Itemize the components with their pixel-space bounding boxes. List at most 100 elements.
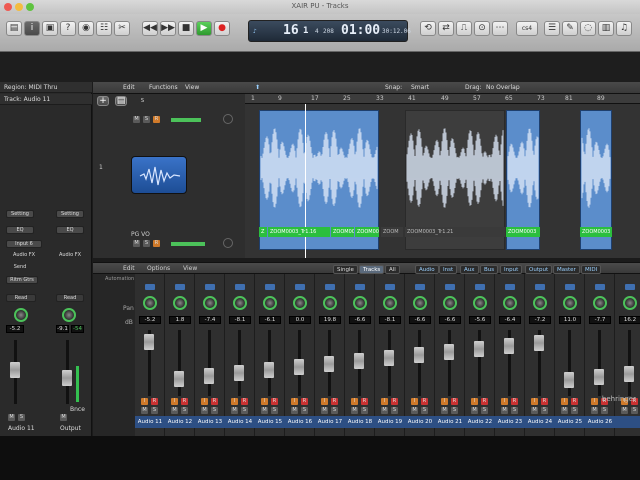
pan-knob[interactable] [593, 296, 607, 310]
functions-menu[interactable]: Functions [149, 84, 178, 91]
volume-fader[interactable] [204, 368, 214, 384]
input-monitor-button[interactable]: I [381, 398, 388, 405]
channel-name[interactable]: Audio 15 [255, 416, 285, 428]
volume-fader[interactable] [324, 356, 334, 372]
add-track-button[interactable]: + [97, 96, 109, 106]
volume-value[interactable]: 19.8 [319, 316, 341, 324]
volume-value[interactable]: 16.2 [619, 316, 640, 324]
mute-button[interactable]: M [291, 407, 298, 414]
pan-knob[interactable] [323, 296, 337, 310]
track-pan[interactable] [223, 238, 233, 248]
pan-knob[interactable] [263, 296, 277, 310]
solo-button[interactable]: S [241, 407, 248, 414]
mute-button-1[interactable]: M [8, 414, 15, 421]
snap-value[interactable]: Smart [411, 84, 429, 91]
pan-knob[interactable] [413, 296, 427, 310]
track-lanes[interactable]: Z ZOOM0003_Tr1.16 ZOOM00 ZOOM00 ZOOM ZOO… [245, 104, 640, 258]
all-view-button[interactable]: All [385, 265, 400, 274]
solo-button[interactable]: S [481, 407, 488, 414]
pan-knob[interactable] [293, 296, 307, 310]
input-slot[interactable] [475, 284, 485, 290]
mute-button[interactable]: M [231, 407, 238, 414]
record-enable-button[interactable]: R [511, 398, 518, 405]
volume-value[interactable]: -5.2 [139, 316, 161, 324]
solo-button[interactable]: S [271, 407, 278, 414]
mute-button[interactable]: M [351, 407, 358, 414]
track-top-volume[interactable] [171, 118, 201, 122]
record-enable-button[interactable]: R [361, 398, 368, 405]
read-button-2[interactable]: Read [56, 294, 84, 302]
smart-controls-button[interactable]: ◉ [78, 21, 94, 36]
input-slot[interactable] [535, 284, 545, 290]
solo-button[interactable]: S [391, 407, 398, 414]
solo-button[interactable]: S [151, 407, 158, 414]
solo-button[interactable]: S [571, 407, 578, 414]
solo-button[interactable]: S [601, 407, 608, 414]
channel-name[interactable]: Audio 16 [285, 416, 315, 428]
solo-button[interactable]: S [541, 407, 548, 414]
volume-fader[interactable] [594, 369, 604, 385]
volume-value[interactable]: -6.6 [349, 316, 371, 324]
volume-value[interactable]: -6.6 [409, 316, 431, 324]
mixer-edit-menu[interactable]: Edit [123, 265, 135, 272]
rewind-button[interactable]: ◀◀ [142, 21, 158, 36]
single-view-button[interactable]: Single [333, 265, 358, 274]
record-enable-button[interactable]: R [391, 398, 398, 405]
input-monitor-button[interactable]: I [441, 398, 448, 405]
input-monitor-button[interactable]: I [561, 398, 568, 405]
filter-bus[interactable]: Bus [480, 265, 499, 274]
volume-fader[interactable] [294, 359, 304, 375]
track-rec-button[interactable]: R [153, 240, 160, 247]
input-slot[interactable] [625, 284, 635, 290]
solo-button[interactable]: S [511, 407, 518, 414]
volume-fader[interactable] [354, 353, 364, 369]
record-enable-button[interactable]: R [571, 398, 578, 405]
pan-knob-1[interactable] [14, 308, 28, 322]
record-enable-button[interactable]: R [541, 398, 548, 405]
input-slot[interactable] [145, 284, 155, 290]
channel-name[interactable]: Audio 13 [195, 416, 225, 428]
solo-button[interactable]: S [421, 407, 428, 414]
pan-knob[interactable] [503, 296, 517, 310]
pan-knob[interactable] [233, 296, 247, 310]
track-mute[interactable]: M [133, 240, 140, 247]
volume-fader[interactable] [174, 371, 184, 387]
volume-value[interactable]: -8.1 [229, 316, 251, 324]
track-top-rec-button[interactable]: R [153, 116, 160, 123]
track-top-pan[interactable] [223, 114, 233, 124]
volume-fader[interactable] [474, 341, 484, 357]
input-slot[interactable] [205, 284, 215, 290]
solo-button[interactable]: S [331, 407, 338, 414]
inspector-button[interactable]: i [24, 21, 40, 36]
channel-name[interactable] [615, 416, 640, 428]
mute-button[interactable]: M [591, 407, 598, 414]
channel-name[interactable]: Audio 22 [465, 416, 495, 428]
forward-button[interactable]: ▶▶ [160, 21, 176, 36]
channel-name[interactable]: Audio 12 [165, 416, 195, 428]
filter-input[interactable]: Input [500, 265, 523, 274]
input-monitor-button[interactable]: I [501, 398, 508, 405]
input-monitor-button[interactable]: I [351, 398, 358, 405]
volume-value[interactable]: -6.4 [499, 316, 521, 324]
input-slot[interactable] [385, 284, 395, 290]
filter-midi[interactable]: MIDI [581, 265, 602, 274]
solo-button[interactable]: S [361, 407, 368, 414]
volume-value[interactable]: 11.0 [559, 316, 581, 324]
filter-aux[interactable]: Aux [460, 265, 479, 274]
record-enable-button[interactable]: R [151, 398, 158, 405]
input-slot[interactable] [355, 284, 365, 290]
pan-knob[interactable] [533, 296, 547, 310]
notepad-button[interactable]: ✎ [562, 21, 578, 36]
record-enable-button[interactable]: R [181, 398, 188, 405]
solo-button[interactable]: S [301, 407, 308, 414]
volume-value[interactable]: -7.7 [589, 316, 611, 324]
input-slot[interactable] [445, 284, 455, 290]
drag-value[interactable]: No Overlap [486, 84, 520, 91]
record-enable-button[interactable]: R [331, 398, 338, 405]
mute-button[interactable]: M [561, 407, 568, 414]
channel-name[interactable]: Audio 24 [525, 416, 555, 428]
list-editor-button[interactable]: ☰ [544, 21, 560, 36]
input-slot[interactable] [505, 284, 515, 290]
track-top-solo[interactable]: S [143, 116, 150, 123]
cycle-button[interactable]: ⟲ [420, 21, 436, 36]
